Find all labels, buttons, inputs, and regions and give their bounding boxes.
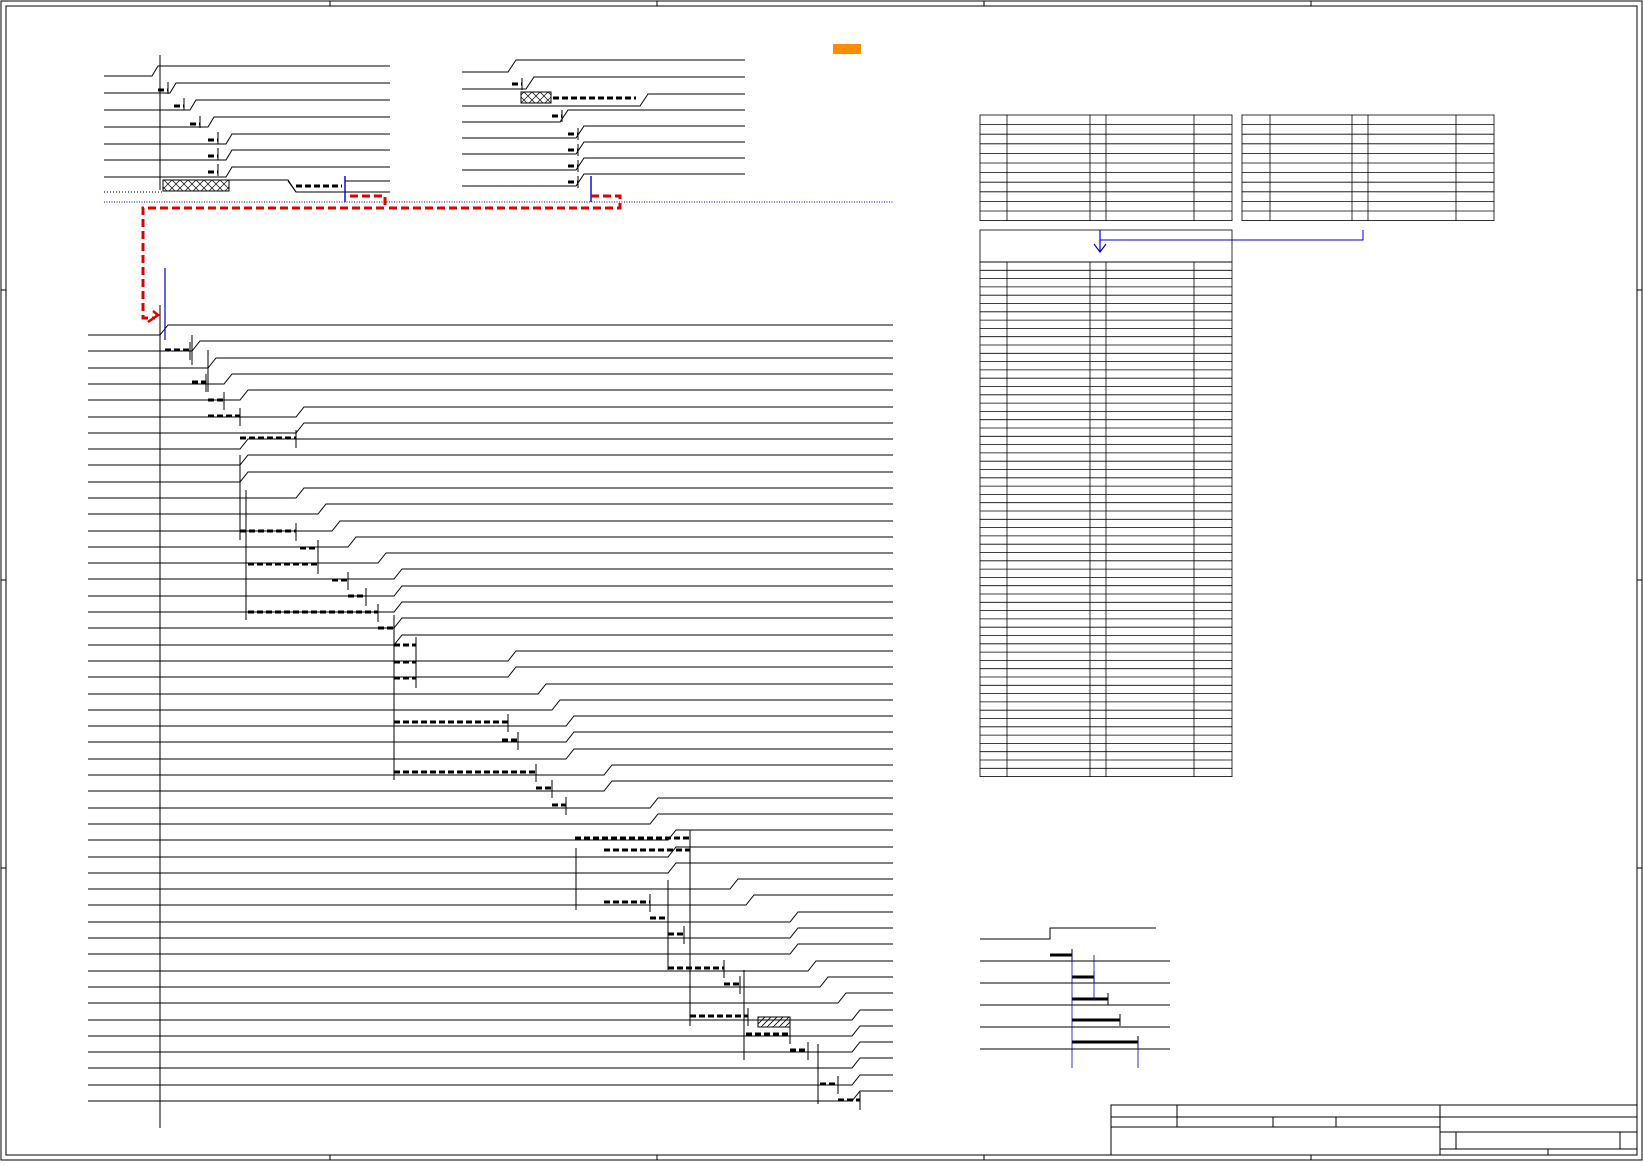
signal-trace-main-36 — [88, 911, 893, 923]
status-marker — [833, 44, 861, 54]
signal-trace-main-20 — [88, 650, 893, 662]
signal-trace-main-28 — [88, 780, 893, 792]
signal-trace-main-19 — [88, 634, 893, 646]
hatched-interval-b — [520, 91, 552, 104]
signal-trace-main-1 — [88, 340, 893, 352]
signal-trace-main-0 — [88, 324, 893, 336]
timing-diagram-sheet — [0, 0, 1643, 1161]
signal-trace-main-47 — [88, 1090, 893, 1102]
signal-trace-main-29 — [88, 797, 893, 809]
signal-trace-a-5 — [104, 149, 390, 161]
signal-traces-main — [88, 324, 893, 1102]
timing-block-a — [104, 55, 390, 202]
signal-trace-main-24 — [88, 715, 893, 727]
signal-trace-main-6 — [88, 422, 893, 434]
signal-trace-main-12 — [88, 520, 893, 532]
timing-diagram-canvas — [0, 0, 1643, 1161]
signal-trace-main-11 — [88, 503, 893, 515]
signal-trace-main-18 — [88, 617, 893, 629]
signal-trace-main-13 — [88, 536, 893, 548]
signal-trace-b-6 — [462, 157, 745, 171]
signal-trace-main-9 — [88, 471, 893, 483]
timing-block-main — [88, 268, 893, 1128]
legend-trace-0 — [980, 927, 1156, 940]
signal-table — [979, 114, 1495, 777]
title-block — [1110, 1104, 1638, 1156]
signal-trace-b-1 — [462, 76, 745, 90]
signal-trace-main-40 — [88, 976, 893, 988]
legend-timing — [980, 927, 1170, 1068]
rising-edge-a — [287, 180, 297, 193]
signal-trace-main-35 — [88, 894, 893, 906]
signal-trace-main-27 — [88, 764, 893, 776]
signal-trace-main-17 — [88, 601, 893, 613]
signal-trace-main-31 — [88, 829, 893, 841]
signal-trace-main-8 — [88, 454, 893, 466]
merge-connector — [1100, 230, 1364, 241]
signal-trace-b-0 — [462, 59, 745, 73]
signal-trace-b-5 — [462, 141, 745, 155]
signal-trace-b-7 — [462, 173, 745, 187]
signal-trace-main-10 — [88, 487, 893, 499]
flow-arrow — [141, 194, 622, 320]
title-block-frame — [1110, 1104, 1638, 1156]
hatched-interval-main — [757, 1016, 791, 1028]
signal-trace-a-2 — [104, 99, 390, 111]
signal-trace-main-22 — [88, 683, 893, 695]
signal-trace-b-2 — [462, 93, 745, 107]
signal-traces-b — [462, 59, 745, 188]
signal-trace-main-7 — [88, 438, 893, 450]
signal-trace-main-3 — [88, 373, 893, 385]
table-panel-right — [1241, 114, 1495, 221]
flow-arrow-path-a — [141, 194, 387, 320]
signal-trace-main-33 — [88, 862, 893, 874]
signal-trace-main-2 — [88, 357, 893, 369]
table-main — [979, 229, 1233, 777]
signal-trace-main-26 — [88, 748, 893, 760]
signal-trace-a-3 — [104, 116, 390, 128]
signal-trace-main-44 — [88, 1041, 893, 1053]
signal-trace-a-4 — [104, 133, 390, 145]
signal-trace-main-38 — [88, 943, 893, 955]
signal-trace-main-30 — [88, 813, 893, 825]
inner-border — [5, 5, 1638, 1156]
signal-trace-main-34 — [88, 878, 893, 890]
signal-trace-a-late — [236, 179, 390, 193]
timing-block-b — [462, 59, 745, 202]
signal-trace-main-15 — [88, 568, 893, 580]
signal-trace-main-37 — [88, 927, 893, 939]
signal-trace-main-23 — [88, 699, 893, 711]
signal-trace-main-39 — [88, 960, 893, 972]
signal-trace-main-32 — [88, 846, 893, 858]
table-main-header — [979, 229, 1233, 263]
signal-trace-main-21 — [88, 666, 893, 678]
signal-trace-b-3 — [462, 109, 745, 123]
signal-trace-main-45 — [88, 1057, 893, 1069]
signal-trace-b-4 — [462, 125, 745, 139]
timing-marks-main — [165, 335, 861, 1110]
signal-trace-main-46 — [88, 1074, 893, 1086]
signal-trace-main-16 — [88, 585, 893, 597]
signal-trace-a-6 — [104, 166, 390, 178]
signal-trace-main-14 — [88, 552, 893, 564]
sheet-frame — [0, 0, 1643, 1161]
table-panel-left — [979, 114, 1233, 221]
signal-trace-a-1 — [104, 82, 390, 94]
hatched-interval-a — [162, 179, 230, 192]
signal-traces-a — [104, 65, 390, 193]
signal-trace-main-41 — [88, 992, 893, 1004]
outer-border — [0, 0, 1643, 1161]
signal-trace-main-25 — [88, 731, 893, 743]
signal-trace-a-0 — [104, 65, 390, 77]
